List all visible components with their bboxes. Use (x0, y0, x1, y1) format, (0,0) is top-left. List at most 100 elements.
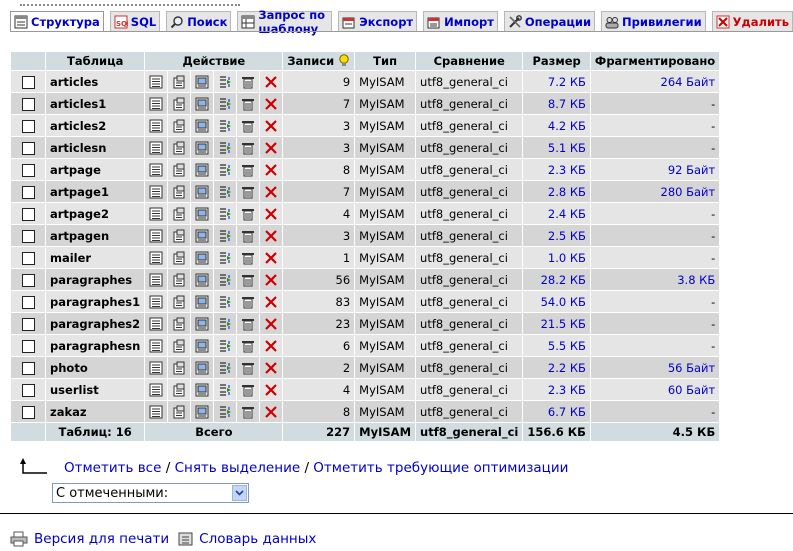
drop-icon[interactable] (264, 207, 278, 221)
insert-icon[interactable] (218, 273, 232, 287)
size-cell[interactable]: 2.5 КБ (523, 225, 590, 246)
empty-icon[interactable] (241, 97, 255, 111)
search-icon[interactable] (195, 339, 209, 353)
browse-icon[interactable] (149, 97, 163, 111)
row-checkbox[interactable] (21, 361, 35, 375)
structure-icon[interactable] (172, 163, 186, 177)
insert-icon[interactable] (218, 295, 232, 309)
overhead-cell[interactable]: 280 Байт (590, 181, 720, 202)
structure-icon[interactable] (172, 339, 186, 353)
data-dictionary-link[interactable]: Словарь данных (199, 531, 316, 547)
empty-icon[interactable] (241, 251, 255, 265)
search-icon[interactable] (195, 141, 209, 155)
search-icon[interactable] (195, 207, 209, 221)
tab-privileges[interactable]: Привилегии (601, 11, 706, 31)
search-icon[interactable] (195, 229, 209, 243)
size-cell[interactable]: 4.2 КБ (523, 115, 590, 136)
row-checkbox[interactable] (21, 317, 35, 331)
structure-icon[interactable] (172, 97, 186, 111)
insert-icon[interactable] (218, 185, 232, 199)
table-name[interactable]: artpage (46, 159, 145, 180)
table-name[interactable]: articles (46, 71, 145, 92)
browse-icon[interactable] (149, 185, 163, 199)
chevron-down-icon[interactable] (232, 485, 247, 501)
row-checkbox[interactable] (21, 405, 35, 419)
structure-icon[interactable] (172, 229, 186, 243)
insert-icon[interactable] (218, 119, 232, 133)
drop-icon[interactable] (264, 273, 278, 287)
insert-icon[interactable] (218, 229, 232, 243)
overhead-cell[interactable]: 56 Байт (590, 357, 720, 378)
insert-icon[interactable] (218, 339, 232, 353)
empty-icon[interactable] (241, 339, 255, 353)
drop-icon[interactable] (264, 185, 278, 199)
size-cell[interactable]: 2.3 КБ (523, 379, 590, 400)
drop-icon[interactable] (264, 75, 278, 89)
header-type[interactable]: Тип (355, 52, 416, 70)
table-name[interactable]: artpagen (46, 225, 145, 246)
browse-icon[interactable] (149, 229, 163, 243)
empty-icon[interactable] (241, 317, 255, 331)
header-collation[interactable]: Сравнение (416, 52, 523, 70)
table-name[interactable]: paragraphes1 (46, 291, 145, 312)
drop-icon[interactable] (264, 361, 278, 375)
table-name[interactable]: paragraphesn (46, 335, 145, 356)
row-checkbox[interactable] (21, 97, 35, 111)
tab-drop[interactable]: Удалить (711, 11, 793, 31)
empty-icon[interactable] (241, 229, 255, 243)
tab-structure[interactable]: Структура (10, 11, 104, 31)
search-icon[interactable] (195, 119, 209, 133)
row-checkbox[interactable] (21, 163, 35, 177)
empty-icon[interactable] (241, 207, 255, 221)
browse-icon[interactable] (149, 273, 163, 287)
empty-icon[interactable] (241, 75, 255, 89)
empty-icon[interactable] (241, 185, 255, 199)
table-name[interactable]: articles1 (46, 93, 145, 114)
browse-icon[interactable] (149, 119, 163, 133)
browse-icon[interactable] (149, 141, 163, 155)
structure-icon[interactable] (172, 273, 186, 287)
search-icon[interactable] (195, 383, 209, 397)
structure-icon[interactable] (172, 119, 186, 133)
search-icon[interactable] (195, 75, 209, 89)
empty-icon[interactable] (241, 141, 255, 155)
browse-icon[interactable] (149, 163, 163, 177)
size-cell[interactable]: 5.1 КБ (523, 137, 590, 158)
browse-icon[interactable] (149, 383, 163, 397)
table-name[interactable]: artpage2 (46, 203, 145, 224)
insert-icon[interactable] (218, 251, 232, 265)
structure-icon[interactable] (172, 383, 186, 397)
insert-icon[interactable] (218, 97, 232, 111)
row-checkbox[interactable] (21, 295, 35, 309)
table-name[interactable]: artpage1 (46, 181, 145, 202)
search-icon[interactable] (195, 163, 209, 177)
structure-icon[interactable] (172, 185, 186, 199)
structure-icon[interactable] (172, 75, 186, 89)
overhead-cell[interactable]: 92 Байт (590, 159, 720, 180)
insert-icon[interactable] (218, 383, 232, 397)
search-icon[interactable] (195, 251, 209, 265)
browse-icon[interactable] (149, 317, 163, 331)
drop-icon[interactable] (264, 119, 278, 133)
tab-query[interactable]: Запрос по шаблону (237, 8, 333, 36)
row-checkbox[interactable] (21, 119, 35, 133)
search-icon[interactable] (195, 405, 209, 419)
browse-icon[interactable] (149, 75, 163, 89)
drop-icon[interactable] (264, 295, 278, 309)
overhead-cell[interactable]: 60 Байт (590, 379, 720, 400)
structure-icon[interactable] (172, 295, 186, 309)
tab-import[interactable]: Импорт (423, 11, 498, 31)
table-name[interactable]: mailer (46, 247, 145, 268)
lightbulb-icon[interactable] (338, 54, 350, 67)
size-cell[interactable]: 7.2 КБ (523, 71, 590, 92)
header-overhead[interactable]: Фрагментировано (590, 52, 720, 70)
size-cell[interactable]: 28.2 КБ (523, 269, 590, 290)
table-name[interactable]: paragraphes2 (46, 313, 145, 334)
drop-icon[interactable] (264, 141, 278, 155)
structure-icon[interactable] (172, 251, 186, 265)
table-name[interactable]: articles2 (46, 115, 145, 136)
drop-icon[interactable] (264, 251, 278, 265)
insert-icon[interactable] (218, 207, 232, 221)
size-cell[interactable]: 2.3 КБ (523, 159, 590, 180)
tab-search[interactable]: Поиск (166, 11, 232, 31)
